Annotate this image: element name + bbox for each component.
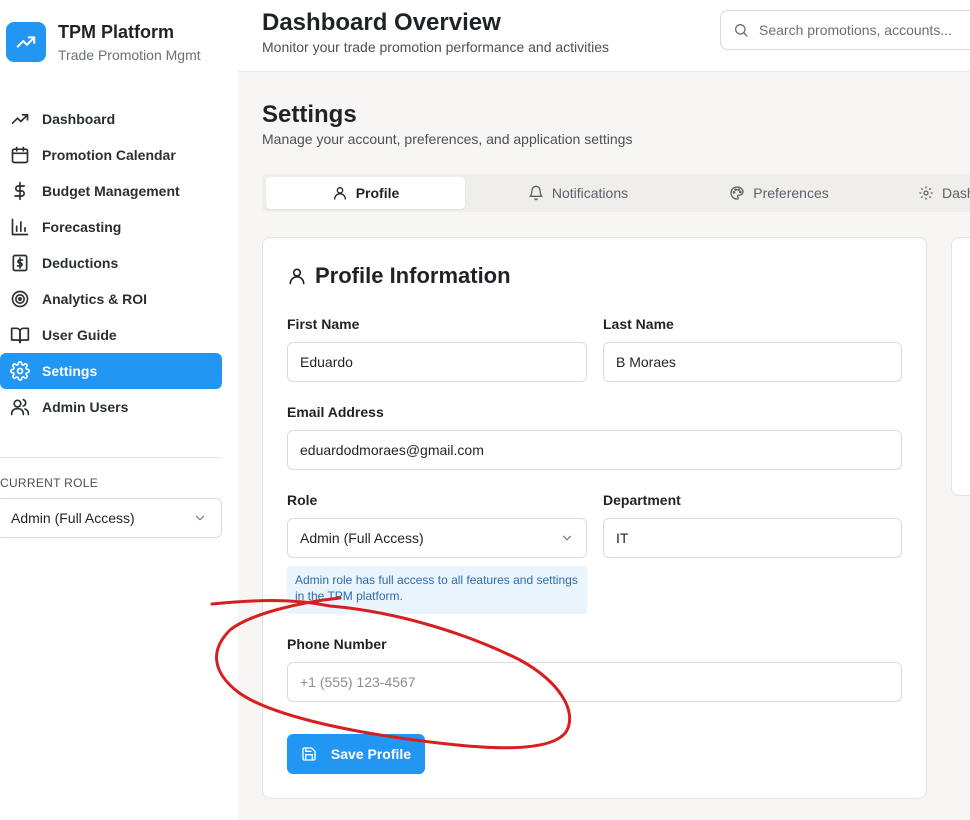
current-role-select[interactable]: Admin (Full Access) <box>0 498 222 538</box>
bar-chart-icon <box>11 218 29 236</box>
brand-subtitle: Trade Promotion Mgmt <box>58 46 201 63</box>
chevron-down-icon <box>195 515 205 521</box>
top-header: Dashboard Overview Monitor your trade pr… <box>238 0 970 72</box>
sidebar-item-label: Settings <box>42 363 98 379</box>
gear-icon <box>919 186 933 200</box>
role-select-value: Admin (Full Access) <box>300 530 424 546</box>
header-subtitle: Monitor your trade promotion performance… <box>262 39 610 55</box>
receipt-dollar-icon <box>12 254 28 272</box>
brand-title: TPM Platform <box>58 21 175 42</box>
sidebar-item-settings[interactable]: Settings <box>0 353 222 389</box>
sidebar-item-forecasting[interactable]: Forecasting <box>0 209 222 245</box>
current-role-caption: CURRENT ROLE <box>0 476 99 490</box>
sidebar-item-dashboard[interactable]: Dashboard <box>0 101 222 137</box>
settings-tabs: Profile Notifications Preferences Dash <box>262 174 970 212</box>
sidebar-item-label: Promotion Calendar <box>42 147 176 163</box>
current-role-value: Admin (Full Access) <box>11 510 135 526</box>
first-name-input[interactable] <box>300 354 574 370</box>
trending-up-icon <box>6 22 46 62</box>
sidebar-item-label: Budget Management <box>42 183 180 199</box>
users-icon <box>10 398 30 416</box>
save-icon <box>302 747 316 761</box>
search-icon <box>735 24 748 37</box>
trending-up-icon <box>11 114 29 124</box>
sidebar-item-user-guide[interactable]: User Guide <box>0 317 222 353</box>
sidebar-item-promotion-calendar[interactable]: Promotion Calendar <box>0 137 222 173</box>
target-icon <box>11 290 29 308</box>
department-field[interactable] <box>603 518 902 558</box>
email-label: Email Address <box>287 404 384 420</box>
email-field[interactable] <box>287 430 902 470</box>
profile-title-text: Profile Information <box>315 263 511 288</box>
sidebar-nav: Dashboard Promotion Calendar Budget Mana… <box>0 101 222 425</box>
calendar-icon <box>11 146 29 164</box>
page-title: Settings <box>262 101 357 128</box>
phone-input[interactable] <box>300 674 889 690</box>
last-name-input[interactable] <box>616 354 889 370</box>
search-box[interactable] <box>720 10 970 50</box>
sidebar-item-label: User Guide <box>42 327 117 343</box>
department-label: Department <box>603 492 681 508</box>
sidebar-divider <box>0 457 222 458</box>
sidebar: TPM Platform Trade Promotion Mgmt Dashbo… <box>0 0 238 820</box>
tab-label: Preferences <box>753 185 829 201</box>
profile-card-title: Profile Information <box>287 263 511 289</box>
user-icon <box>333 187 346 200</box>
user-icon <box>289 268 305 285</box>
sidebar-item-label: Analytics & ROI <box>42 291 148 307</box>
tab-profile[interactable]: Profile <box>266 177 465 209</box>
tab-label: Dash <box>942 185 970 201</box>
last-name-label: Last Name <box>603 316 674 332</box>
palette-icon <box>730 186 744 200</box>
role-label: Role <box>287 492 318 508</box>
tab-dashboard[interactable]: Dash <box>918 177 970 209</box>
last-name-field[interactable] <box>603 342 902 382</box>
tab-notifications[interactable]: Notifications <box>478 177 678 209</box>
role-info-note: Admin role has full access to all featur… <box>287 566 587 614</box>
sidebar-item-budget-management[interactable]: Budget Management <box>0 173 222 209</box>
first-name-field[interactable] <box>287 342 587 382</box>
sidebar-item-label: Admin Users <box>42 399 129 415</box>
dollar-icon <box>14 181 25 201</box>
sidebar-item-deductions[interactable]: Deductions <box>0 245 222 281</box>
first-name-label: First Name <box>287 316 360 332</box>
sidebar-item-label: Dashboard <box>42 111 116 127</box>
chevron-down-icon <box>562 535 572 541</box>
sidebar-item-label: Deductions <box>42 255 119 271</box>
save-profile-label: Save Profile <box>330 746 412 762</box>
tab-label: Profile <box>355 185 400 201</box>
phone-label: Phone Number <box>287 636 387 652</box>
brand: TPM Platform Trade Promotion Mgmt <box>6 14 234 70</box>
email-input[interactable] <box>300 442 889 458</box>
department-input[interactable] <box>616 530 889 546</box>
secondary-card <box>951 237 970 496</box>
header-title: Dashboard Overview <box>262 9 501 36</box>
sidebar-item-label: Forecasting <box>42 219 122 235</box>
gear-icon <box>10 361 30 381</box>
bell-icon <box>529 185 543 201</box>
search-input[interactable] <box>759 22 959 38</box>
sidebar-item-admin-users[interactable]: Admin Users <box>0 389 222 425</box>
role-select[interactable]: Admin (Full Access) <box>287 518 587 558</box>
book-icon <box>10 327 30 344</box>
tab-preferences[interactable]: Preferences <box>679 177 879 209</box>
profile-card: Profile Information First Name Last Name… <box>262 237 927 799</box>
phone-field[interactable] <box>287 662 902 702</box>
save-profile-button[interactable]: Save Profile <box>287 734 425 774</box>
tab-label: Notifications <box>551 185 629 201</box>
sidebar-item-analytics-roi[interactable]: Analytics & ROI <box>0 281 222 317</box>
page-subtitle: Manage your account, preferences, and ap… <box>262 131 633 147</box>
